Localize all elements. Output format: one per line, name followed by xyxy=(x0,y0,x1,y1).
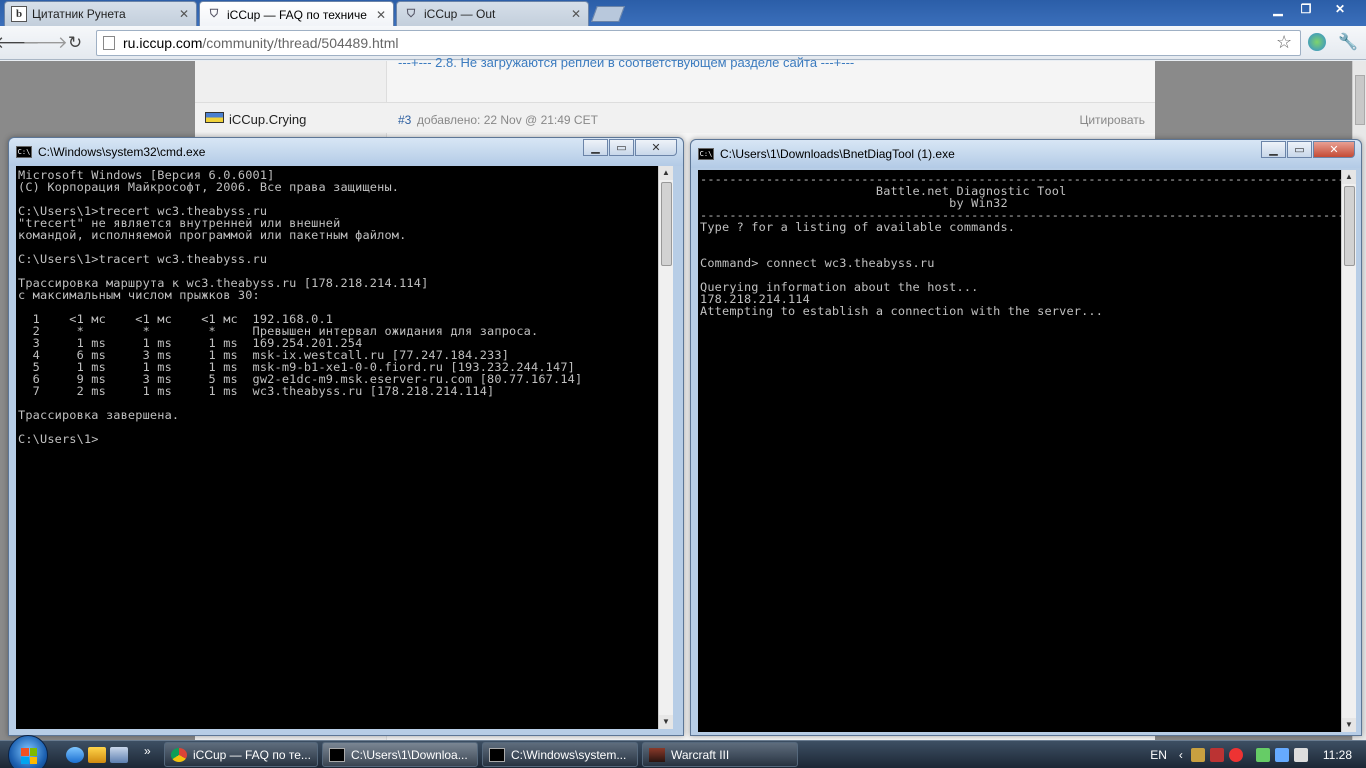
maximize-button[interactable]: ▭ xyxy=(1287,141,1312,158)
cmd-window[interactable]: C:\ C:\Windows\system32\cmd.exe ▁ ▭ ✕ Mi… xyxy=(8,137,684,736)
task-cmd[interactable]: C:\Windows\system... xyxy=(482,742,638,767)
bnetdiag-scrollbar[interactable]: ▲ ▼ xyxy=(1341,170,1356,732)
cmd-scrollbar[interactable]: ▲ ▼ xyxy=(658,166,673,729)
close-button[interactable]: ✕ xyxy=(1313,141,1355,158)
minimize-button[interactable]: ▁ xyxy=(1261,141,1286,158)
scrollbar-thumb[interactable] xyxy=(1344,186,1355,266)
chrome-icon xyxy=(171,747,187,762)
flag-icon xyxy=(205,112,224,123)
minimize-button[interactable]: ▁ xyxy=(1264,0,1292,17)
cmd-console-output[interactable]: Microsoft Windows [Версия 6.0.6001] (C) … xyxy=(16,166,658,729)
tab-title: iCCup — FAQ по техниче xyxy=(227,7,367,22)
tray-app-icon[interactable] xyxy=(1255,747,1270,762)
tab-strip: b Цитатник Рунета ✕ ⛉ iCCup — FAQ по тех… xyxy=(0,0,1366,27)
scroll-up-arrow-icon[interactable]: ▲ xyxy=(1342,170,1356,184)
console-icon xyxy=(329,747,345,762)
tray-app-icon[interactable] xyxy=(1209,747,1224,762)
iccup-shield-icon: ⛉ xyxy=(209,8,219,20)
tab-title: iCCup — Out xyxy=(424,7,496,21)
bnetdiag-window[interactable]: C:\ C:\Users\1\Downloads\BnetDiagTool (1… xyxy=(690,139,1362,736)
address-bar[interactable]: ru.iccup.com/community/thread/504489.htm… xyxy=(96,30,1301,56)
cmd-window-controls: ▁ ▭ ✕ xyxy=(582,139,677,156)
post-author[interactable]: iCCup.Crying xyxy=(229,112,306,127)
bnetdiag-titlebar[interactable]: C:\ C:\Users\1\Downloads\BnetDiagTool (1… xyxy=(691,140,1361,168)
clock[interactable]: 11:28 xyxy=(1323,748,1352,762)
bnetdiag-text: ----------------------------------------… xyxy=(700,172,1341,318)
taskbar: » iCCup — FAQ по те... C:\Users\1\Downlo… xyxy=(0,735,1366,768)
bash-favicon-icon: b xyxy=(11,6,27,22)
console-icon: C:\ xyxy=(698,148,714,160)
scrollbar-thumb[interactable] xyxy=(1355,75,1365,125)
task-bnetdiag[interactable]: C:\Users\1\Downloa... xyxy=(322,742,478,767)
scroll-up-arrow-icon[interactable]: ▲ xyxy=(659,166,673,180)
quicklaunch-more-icon[interactable]: » xyxy=(144,744,151,758)
bnetdiag-console-output[interactable]: ----------------------------------------… xyxy=(698,170,1341,732)
forward-button[interactable]: 🡒 xyxy=(22,32,68,54)
warning-icon[interactable] xyxy=(1228,747,1243,762)
console-icon xyxy=(489,747,505,762)
system-tray: EN ‹ 11:28 xyxy=(1150,741,1366,768)
post-number[interactable]: #3 xyxy=(398,113,411,127)
tab-close-icon[interactable]: ✕ xyxy=(570,7,582,21)
network-icon[interactable] xyxy=(1274,747,1289,762)
new-tab-button[interactable] xyxy=(591,6,625,22)
task-chrome[interactable]: iCCup — FAQ по те... xyxy=(164,742,318,767)
bnetdiag-window-title: C:\Users\1\Downloads\BnetDiagTool (1).ex… xyxy=(720,147,955,161)
tray-app-icon[interactable] xyxy=(1190,747,1205,762)
scroll-down-arrow-icon[interactable]: ▼ xyxy=(659,715,673,729)
language-indicator[interactable]: EN xyxy=(1150,748,1167,762)
page-icon xyxy=(103,36,115,50)
task-warcraft[interactable]: Warcraft III xyxy=(642,742,798,767)
task-label: C:\Users\1\Downloa... xyxy=(351,747,468,762)
browser-window-controls: ▁ ❐ ✕ xyxy=(1264,0,1360,17)
bnetdiag-window-controls: ▁ ▭ ✕ xyxy=(1260,141,1355,158)
ie-icon[interactable] xyxy=(66,747,84,763)
reload-icon: ↻ xyxy=(67,33,83,52)
maximize-button[interactable]: ❐ xyxy=(1292,0,1320,17)
maximize-button[interactable]: ▭ xyxy=(609,139,634,156)
show-desktop-icon[interactable] xyxy=(110,747,128,763)
reload-button[interactable]: ↻ xyxy=(64,32,86,54)
task-label: iCCup — FAQ по те... xyxy=(193,747,311,762)
warcraft-icon xyxy=(649,747,665,762)
iccup-shield-icon: ⛉ xyxy=(406,7,416,20)
cmd-text: Microsoft Windows [Версия 6.0.6001] (C) … xyxy=(18,168,583,446)
quote-link[interactable]: Цитировать xyxy=(1079,113,1145,127)
tab-close-icon[interactable]: ✕ xyxy=(178,7,190,21)
windows-logo-icon xyxy=(21,748,37,764)
post-date: добавлено: 22 Nov @ 21:49 CET xyxy=(417,113,598,127)
console-icon: C:\ xyxy=(16,146,32,158)
cmd-window-title: C:\Windows\system32\cmd.exe xyxy=(38,145,206,159)
volume-icon[interactable] xyxy=(1293,747,1308,762)
wrench-menu-icon[interactable]: 🔧 xyxy=(1338,32,1358,52)
post-header xyxy=(195,103,1155,133)
close-button[interactable]: ✕ xyxy=(635,139,677,156)
url-host: ru.iccup.com xyxy=(123,35,203,51)
task-label: C:\Windows\system... xyxy=(511,747,627,762)
tab-iccup-out[interactable]: ⛉ iCCup — Out ✕ xyxy=(396,1,589,26)
media-player-icon[interactable] xyxy=(88,747,106,763)
start-button[interactable] xyxy=(8,735,48,768)
arrow-right-icon: 🡒 xyxy=(22,33,68,52)
scrollbar-thumb[interactable] xyxy=(661,182,672,266)
task-label: Warcraft III xyxy=(671,747,730,762)
tray-expand-icon[interactable]: ‹ xyxy=(1179,748,1183,762)
scroll-down-arrow-icon[interactable]: ▼ xyxy=(1342,718,1356,732)
bookmark-star-icon[interactable]: ☆ xyxy=(1276,32,1292,53)
tab-bash[interactable]: b Цитатник Рунета ✕ xyxy=(4,1,197,26)
extension-icon[interactable] xyxy=(1308,33,1326,51)
tab-close-icon[interactable]: ✕ xyxy=(375,8,387,22)
tab-title: Цитатник Рунета xyxy=(32,7,126,21)
cmd-titlebar[interactable]: C:\ C:\Windows\system32\cmd.exe ▁ ▭ ✕ xyxy=(9,138,683,166)
close-button[interactable]: ✕ xyxy=(1320,0,1360,17)
url-path: /community/thread/504489.html xyxy=(202,35,399,51)
tab-iccup-faq[interactable]: ⛉ iCCup — FAQ по техниче ✕ xyxy=(199,1,394,27)
faq-link[interactable]: ---+--- 2.8. Не загружаются реплеи в соо… xyxy=(398,55,854,70)
minimize-button[interactable]: ▁ xyxy=(583,139,608,156)
